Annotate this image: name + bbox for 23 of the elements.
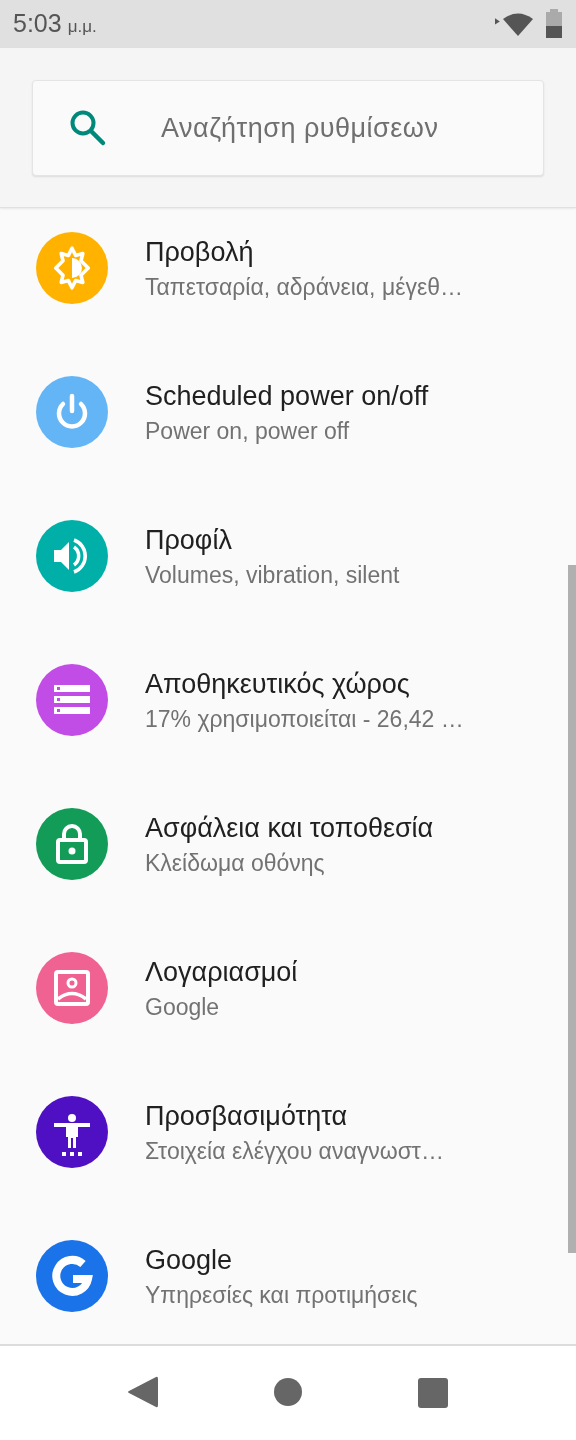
search-icon — [69, 109, 107, 147]
item-title: Λογαριασμοί — [145, 956, 298, 989]
item-title: Scheduled power on/off — [145, 380, 429, 413]
item-title: Αποθηκευτικός χώρος — [145, 668, 411, 701]
status-period: μ.μ. — [67, 15, 97, 38]
back-button[interactable] — [127, 1375, 159, 1409]
item-subtitle: Ταπετσαρία, αδράνεια, μέγεθ… — [145, 273, 463, 302]
item-subtitle: Κλείδωμα οθόνης — [145, 849, 326, 878]
item-subtitle: Google — [145, 993, 221, 1022]
search-field[interactable]: Αναζήτηση ρυθμίσεων — [32, 80, 544, 176]
item-subtitle: Στοιχεία ελέγχου αναγνωστ… — [145, 1137, 444, 1166]
home-button[interactable] — [273, 1377, 303, 1407]
battery-icon — [545, 9, 563, 39]
item-subtitle: Υπηρεσίες και προτιμήσεις — [145, 1281, 418, 1310]
item-title: Google — [145, 1244, 234, 1277]
item-subtitle: Volumes, vibration, silent — [145, 561, 400, 590]
item-title: Ασφάλεια και τοποθεσία — [145, 812, 434, 845]
item-subtitle: 17% χρησιμοποιείται - 26,42 … — [145, 705, 464, 734]
item-title: Προφίλ — [145, 524, 233, 557]
item-title: Προβολή — [145, 236, 255, 269]
status-time: 5:03 — [13, 8, 62, 40]
item-subtitle: Power on, power off — [145, 417, 351, 446]
item-title: Προσβασιμότητα — [145, 1100, 349, 1133]
